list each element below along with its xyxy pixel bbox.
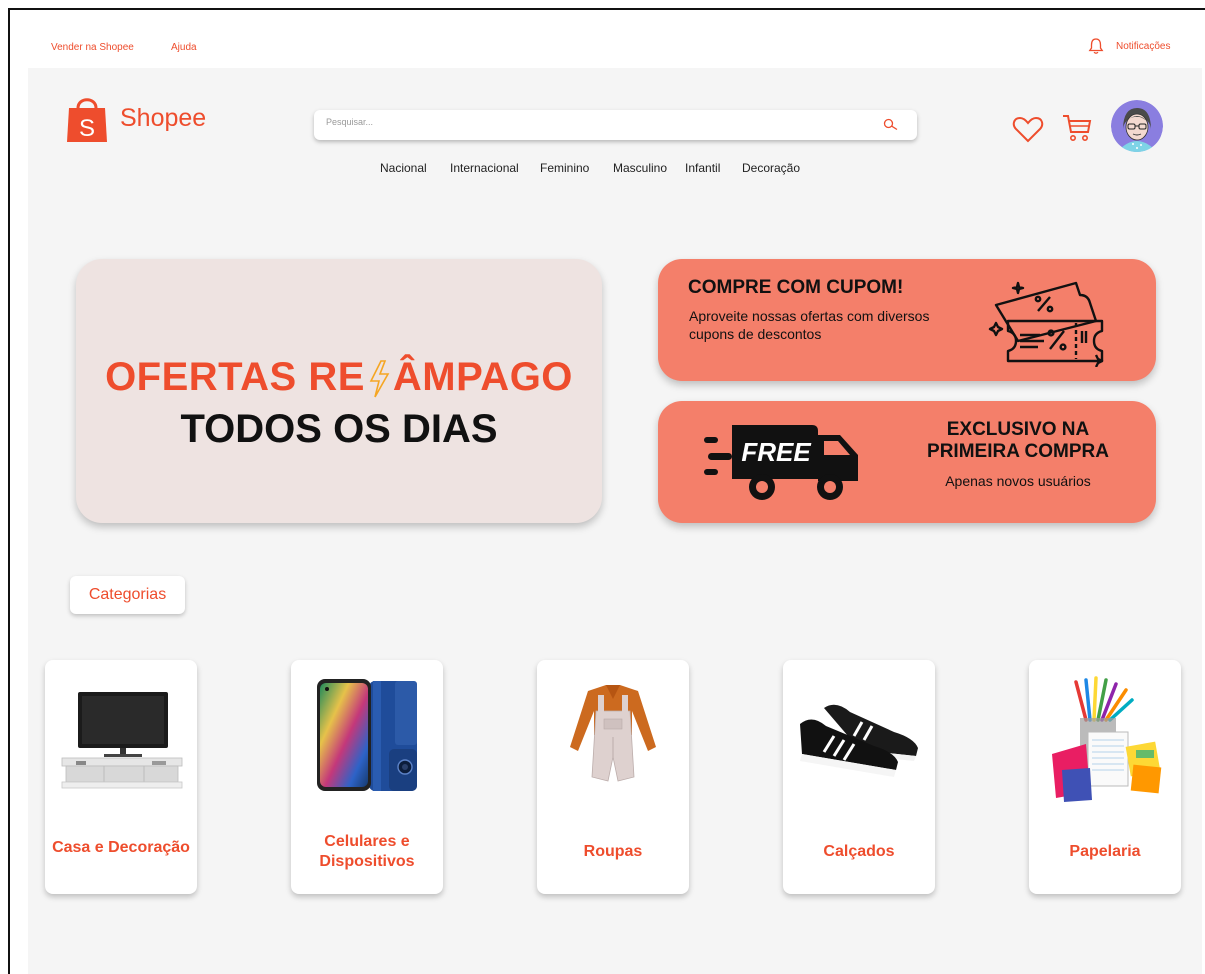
headline-part-1: OFERTAS RE: [105, 355, 365, 399]
category-name: Casa e Decoração: [52, 839, 190, 856]
page-frame: Vender na Shopee Ajuda Notificações S Sh…: [8, 8, 1205, 974]
free-shipping-banner[interactable]: FREE EXCLUSIVO NA PRIMEIRA COMPRA Apenas…: [658, 401, 1156, 523]
notifications-label: Notificações: [1116, 40, 1171, 52]
shopping-bag-logo-icon: S: [67, 98, 107, 142]
category-name: Celulares e Dispositivos: [319, 833, 415, 870]
categories-label: Categorias: [70, 576, 185, 614]
headline-part-2: ÂMPAGO: [392, 355, 573, 399]
category-card-papelaria[interactable]: Papelaria: [1029, 660, 1181, 894]
flash-sale-headline: OFERTAS RE ÂMPAGO: [76, 355, 602, 400]
flash-sale-subheadline: TODOS OS DIAS: [180, 407, 498, 451]
nav-item-feminino[interactable]: Feminino: [540, 161, 589, 175]
category-card-roupas[interactable]: Roupas: [537, 660, 689, 894]
category-card-celulares[interactable]: Celulares e Dispositivos: [291, 660, 443, 894]
coupon-subtitle: Aproveite nossas ofertas com diversos cu…: [689, 308, 930, 342]
category-image-clothes: [537, 674, 689, 804]
category-image-stationery: [1029, 674, 1181, 804]
coupon-title: COMPRE COM CUPOM!: [688, 277, 904, 298]
top-bar: Vender na Shopee Ajuda Notificações: [10, 10, 1205, 68]
nav-item-infantil[interactable]: Infantil: [685, 161, 720, 175]
free-shipping-truck-icon: FREE: [704, 425, 858, 500]
user-avatar[interactable]: [1111, 100, 1163, 152]
category-card-casa-decoracao[interactable]: Casa e Decoração: [45, 660, 197, 894]
notifications-button[interactable]: Notificações: [1088, 37, 1170, 55]
category-nav: Nacional Internacional Feminino Masculin…: [28, 161, 1202, 177]
free-shipping-title: EXCLUSIVO NA PRIMEIRA COMPRA: [927, 419, 1109, 462]
heart-icon[interactable]: [1012, 115, 1044, 143]
category-name: Roupas: [583, 843, 643, 860]
help-link[interactable]: Ajuda: [171, 42, 197, 53]
category-name: Calçados: [823, 843, 895, 860]
shopee-logo[interactable]: S Shopee: [66, 92, 206, 144]
lightning-bolt-icon: [369, 360, 390, 398]
flash-sale-banner[interactable]: OFERTAS RE ÂMPAGO TODOS OS DIAS: [76, 259, 602, 523]
category-image-smartphones: [291, 674, 443, 804]
nav-item-nacional[interactable]: Nacional: [380, 161, 427, 175]
coupon-banner[interactable]: COMPRE COM CUPOM! Aproveite nossas ofert…: [658, 259, 1156, 381]
sell-on-shopee-link[interactable]: Vender na Shopee: [51, 42, 134, 53]
cart-icon[interactable]: [1061, 112, 1093, 144]
bell-icon: [1088, 38, 1104, 54]
search-input[interactable]: [326, 117, 866, 127]
category-name: Papelaria: [1069, 843, 1141, 860]
coupon-tickets-icon: [988, 281, 1104, 367]
truck-free-text: FREE: [741, 437, 811, 467]
nav-item-internacional[interactable]: Internacional: [450, 161, 519, 175]
free-shipping-subtitle: Apenas novos usuários: [945, 473, 1091, 489]
logo-text: Shopee: [120, 103, 207, 132]
logo-letter: S: [79, 115, 95, 142]
category-image-tv-stand: [45, 674, 197, 804]
nav-item-decoracao[interactable]: Decoração: [742, 161, 800, 175]
nav-item-masculino[interactable]: Masculino: [613, 161, 667, 175]
search-icon[interactable]: [883, 118, 899, 132]
avatar-image: [1111, 100, 1163, 152]
category-card-calcados[interactable]: Calçados: [783, 660, 935, 894]
main-content: S Shopee Nacional Internacional Feminino…: [28, 68, 1202, 974]
category-image-sneakers: [783, 674, 935, 804]
search-bar: [314, 110, 917, 140]
